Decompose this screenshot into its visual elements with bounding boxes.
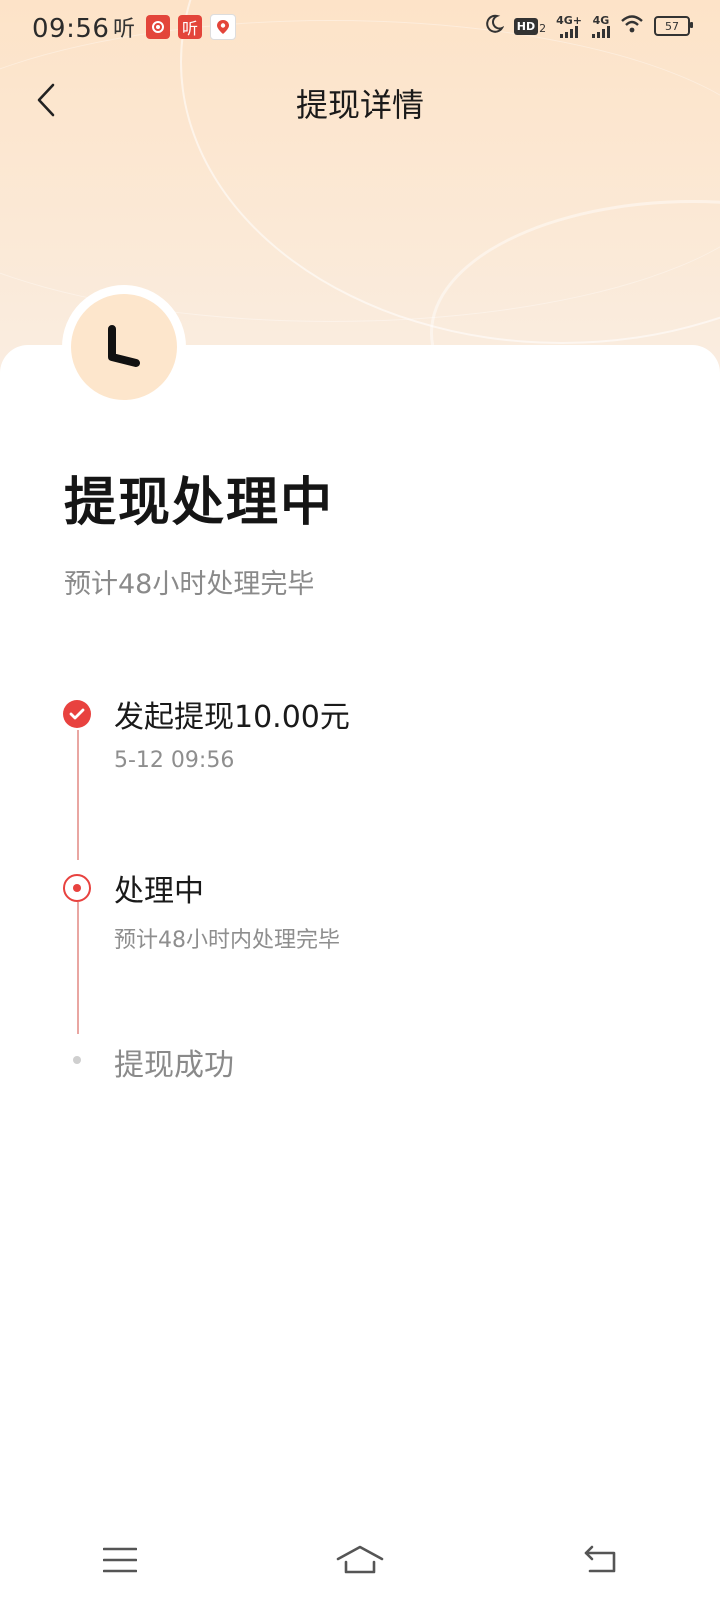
ting-red-app-icon: 听	[178, 15, 202, 39]
step-description: 预计48小时内处理完毕	[114, 928, 340, 953]
step-title: 处理中	[114, 874, 204, 909]
moon-icon	[484, 14, 505, 38]
ting-app-icon: 听	[112, 17, 135, 42]
timeline-connector	[77, 730, 79, 860]
status-title: 提现处理中	[64, 473, 335, 533]
pending-step-dot	[73, 1056, 81, 1064]
map-app-icon	[210, 14, 236, 40]
menu-button[interactable]	[80, 1530, 160, 1590]
battery-icon: 57	[654, 16, 693, 36]
camera-app-icon	[146, 15, 170, 39]
wifi-icon	[620, 14, 644, 38]
step-title: 提现成功	[114, 1048, 234, 1083]
clock-icon	[71, 294, 177, 400]
system-navigation-bar	[0, 1520, 720, 1600]
signal-4g-icon: 4G	[592, 15, 610, 38]
hd-icon: HD 2	[513, 17, 546, 35]
step-timestamp: 5-12 09:56	[114, 748, 235, 773]
top-navigation-bar: 提现详情	[0, 62, 720, 142]
menu-icon	[103, 1547, 137, 1573]
signal-4g-plus-icon: 4G+	[556, 15, 582, 38]
back-icon	[584, 1545, 616, 1573]
home-button[interactable]	[320, 1530, 400, 1590]
status-bar: 09:56 听 听 HD 2 4G+ 4G 57	[0, 0, 720, 58]
status-icon-wrapper	[62, 285, 186, 409]
back-nav-button[interactable]	[560, 1530, 640, 1590]
page-title: 提现详情	[295, 86, 424, 124]
status-subtitle: 预计48小时处理完毕	[64, 569, 315, 600]
home-icon	[336, 1545, 384, 1574]
step-title: 发起提现10.00元	[114, 700, 350, 735]
system-indicators: HD 2 4G+ 4G 57	[484, 14, 693, 38]
status-time: 09:56	[32, 14, 110, 44]
current-step-icon	[63, 874, 91, 902]
notification-icons: 听 听	[110, 14, 236, 42]
check-circle-icon	[63, 700, 91, 728]
timeline-connector	[77, 902, 79, 1034]
